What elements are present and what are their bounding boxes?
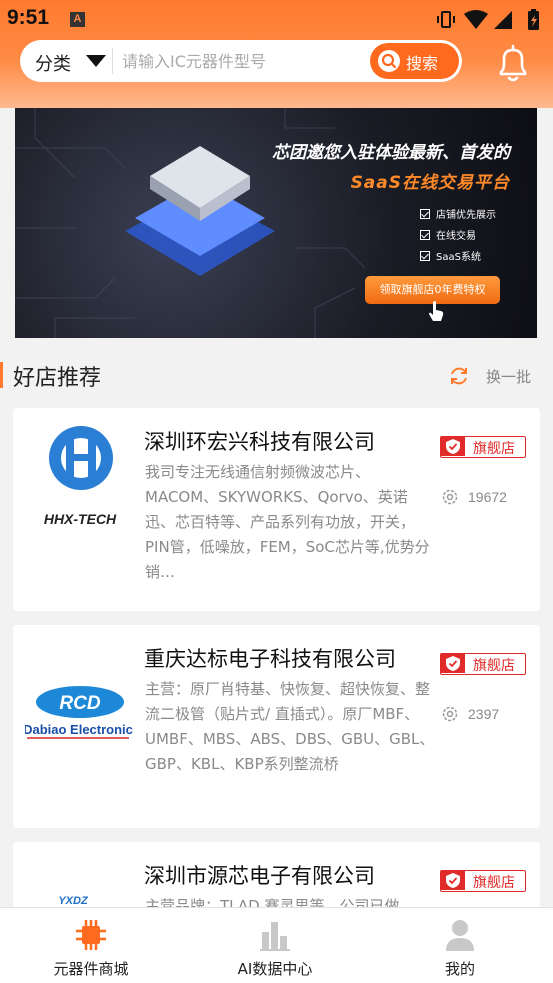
tab-label: AI数据中心 xyxy=(237,960,313,978)
shop-description: 主营：原厂肖特基、快恢复、超快恢复、整流二极管（贴片式/ 直插式）。原厂MBF、… xyxy=(145,680,435,773)
wifi-icon xyxy=(464,10,488,29)
tab-label: 我的 xyxy=(444,960,475,978)
checkbox-icon xyxy=(420,251,430,261)
status-bar: 9:51 A xyxy=(0,0,553,40)
shop-logo-text: Dabiao Electronic xyxy=(25,722,133,737)
badge-label: 旗舰店 xyxy=(473,441,515,457)
search-button[interactable]: 搜索 xyxy=(370,43,459,79)
promo-banner[interactable]: 芯团邀您入驻体验最新、首发的 SaaS在线交易平台 店铺优先展示 在线交易 Sa… xyxy=(15,108,537,338)
category-dropdown-label[interactable]: 分类 xyxy=(35,50,71,76)
pointer-hand-icon xyxy=(429,301,444,321)
flagship-badge: 旗舰店 xyxy=(440,653,526,675)
signal-icon xyxy=(494,11,512,29)
shop-logo-text: HHX-TECH xyxy=(44,511,117,527)
shop-name: 重庆达标电子科技有限公司 xyxy=(144,647,396,671)
banner-feature-3: SaaS系统 xyxy=(420,248,481,263)
status-time: 9:51 xyxy=(7,6,50,29)
vibrate-icon xyxy=(437,11,455,28)
tab-label: 元器件商城 xyxy=(53,960,129,978)
banner-feature-label: 在线交易 xyxy=(436,231,476,242)
refresh-label: 换一批 xyxy=(486,368,532,386)
bottom-tab-bar: 元器件商城 AI数据中心 我的 xyxy=(0,907,553,983)
shop-card[interactable]: RCD Dabiao Electronic 重庆达标电子科技有限公司 主营：原厂… xyxy=(13,625,540,828)
banner-feature-label: 店铺优先展示 xyxy=(436,210,496,221)
system-status-icons xyxy=(437,9,539,30)
gear-icon xyxy=(442,489,458,505)
banner-feature-2: 在线交易 xyxy=(420,227,476,242)
refresh-icon xyxy=(451,367,467,385)
shop-card[interactable]: HHX-TECH 深圳环宏兴科技有限公司 我司专注无线通信射频微波芯片、MACO… xyxy=(13,408,540,611)
checkbox-icon xyxy=(420,230,430,240)
search-divider xyxy=(112,48,113,74)
search-bar: 分类 搜索 xyxy=(20,40,462,82)
shop-logo: RCD Dabiao Electronic xyxy=(25,686,133,739)
shop-name: 深圳市源芯电子有限公司 xyxy=(144,864,375,888)
refresh-button[interactable]: 换一批 xyxy=(448,364,538,390)
search-input[interactable] xyxy=(122,46,362,76)
bar-chart-icon xyxy=(260,922,290,951)
checkbox-icon xyxy=(420,209,430,219)
person-icon xyxy=(446,920,474,951)
section-title: 好店推荐 xyxy=(13,366,102,391)
shop-logo: HHX-TECH xyxy=(44,426,117,527)
shop-logo-text: YXDZ xyxy=(58,895,89,907)
banner-title: 芯团邀您入驻体验最新、首发的 xyxy=(272,143,510,163)
flagship-badge: 旗舰店 xyxy=(440,870,526,892)
bell-icon[interactable] xyxy=(492,42,534,84)
gear-icon xyxy=(442,706,458,722)
shop-logo-mark: RCD xyxy=(59,693,100,714)
shield-icon xyxy=(441,437,465,456)
search-button-label: 搜索 xyxy=(406,54,439,73)
banner-feature-label: SaaS系统 xyxy=(436,252,481,263)
shop-name: 深圳环宏兴科技有限公司 xyxy=(144,430,375,454)
tab-my[interactable]: 我的 xyxy=(390,908,530,983)
shop-card[interactable]: YXDZ 深圳市源芯电子有限公司 主营品牌：TLAD 赛灵思等，公司已做 旗舰店 xyxy=(13,842,540,912)
tab-component-mall[interactable]: 元器件商城 xyxy=(21,908,161,983)
badge-label: 旗舰店 xyxy=(473,875,515,891)
view-count: 2397 xyxy=(441,705,540,725)
shield-icon xyxy=(441,654,465,673)
shop-description: 我司专注无线通信射频微波芯片、MACOM、SKYWORKS、Qorvo、英诺迅、… xyxy=(145,463,430,581)
search-icon xyxy=(378,50,400,72)
battery-icon xyxy=(528,9,539,30)
shield-icon xyxy=(441,871,465,890)
banner-feature-1: 店铺优先展示 xyxy=(420,206,496,221)
view-count-value: 19672 xyxy=(468,489,507,505)
tab-ai-data-center[interactable]: AI数据中心 xyxy=(205,908,345,983)
view-count: 19672 xyxy=(441,488,540,508)
view-count-value: 2397 xyxy=(468,706,500,722)
chip-icon xyxy=(76,920,106,950)
flagship-badge: 旗舰店 xyxy=(440,436,526,458)
banner-subtitle: SaaS在线交易平台 xyxy=(350,173,510,193)
notification-app-icon: A xyxy=(70,12,85,27)
chevron-down-icon[interactable] xyxy=(86,55,106,67)
section-accent-bar xyxy=(0,362,3,388)
badge-label: 旗舰店 xyxy=(473,658,515,674)
